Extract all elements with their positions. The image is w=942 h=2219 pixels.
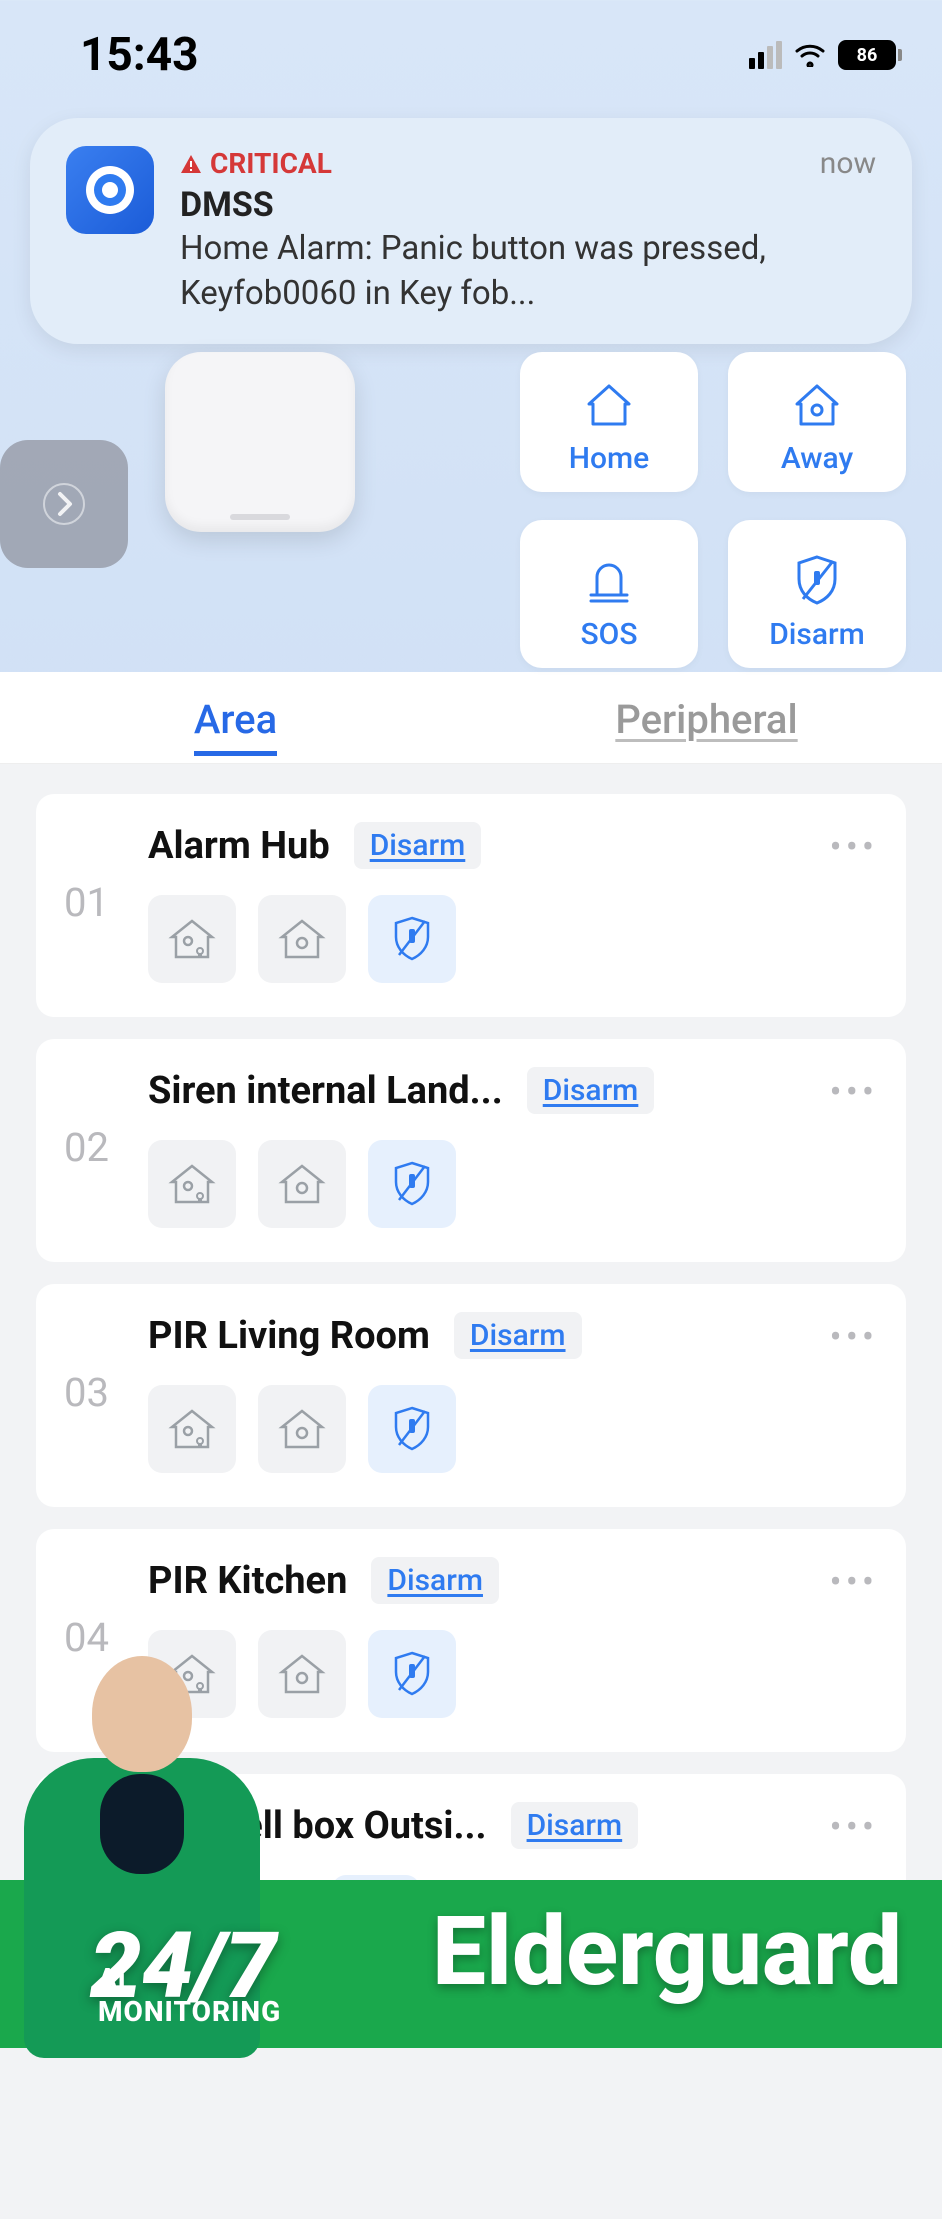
shield-off-icon <box>391 1650 433 1698</box>
home-person-icon <box>168 917 216 961</box>
notification-banner[interactable]: CRITICAL now DMSS Home Alarm: Panic butt… <box>30 118 912 344</box>
home-pin-icon <box>278 917 326 961</box>
notification-body: Home Alarm: Panic button was pressed, Ke… <box>180 227 876 316</box>
home-arm-button[interactable] <box>148 1385 236 1473</box>
wifi-icon <box>794 43 826 67</box>
device-card[interactable]: 01 Alarm Hub Disarm ••• <box>36 794 906 1017</box>
notification-time: now <box>820 146 876 181</box>
away-arm-button[interactable] <box>258 1385 346 1473</box>
away-arm-button[interactable] <box>258 1140 346 1228</box>
home-arm-button[interactable] <box>148 1630 236 1718</box>
status-icons: 86 <box>749 40 902 70</box>
tab-peripheral-label: Peripheral <box>615 696 797 743</box>
away-arm-button[interactable] <box>258 1630 346 1718</box>
banner-title: Elderguard <box>432 1896 902 2008</box>
disarm-device-button[interactable] <box>368 895 456 983</box>
device-card[interactable]: 03 PIR Living Room Disarm ••• <box>36 1284 906 1507</box>
device-name: PIR Living Room <box>148 1314 430 1358</box>
device-name: Siren internal Land... <box>148 1069 503 1113</box>
tab-peripheral[interactable]: Peripheral <box>471 672 942 763</box>
chevron-right-icon <box>42 482 86 526</box>
device-name: ...al bell box Outsi... <box>148 1804 487 1848</box>
notification-content: CRITICAL now DMSS Home Alarm: Panic butt… <box>180 146 876 316</box>
status-bar: 15:43 86 <box>0 0 942 100</box>
cellular-signal-icon <box>749 41 782 69</box>
notification-app-name: DMSS <box>180 185 876 225</box>
notification-severity: CRITICAL <box>180 147 332 180</box>
disarm-label: Disarm <box>769 617 865 652</box>
shield-off-icon <box>391 915 433 963</box>
home-pin-icon <box>278 1162 326 1206</box>
shield-off-icon <box>391 1405 433 1453</box>
device-name: PIR Kitchen <box>148 1559 347 1603</box>
disarm-device-button[interactable] <box>368 1630 456 1718</box>
away-icon <box>791 377 843 431</box>
more-options-button[interactable]: ••• <box>830 1561 878 1603</box>
device-index: 02 <box>64 1067 120 1228</box>
shield-off-icon <box>793 553 841 607</box>
home-person-icon <box>168 1652 216 1696</box>
battery-percent: 86 <box>838 40 896 70</box>
status-time: 15:43 <box>80 28 199 82</box>
sos-button[interactable]: SOS <box>520 520 698 668</box>
severity-text: CRITICAL <box>210 147 332 180</box>
home-arm-button[interactable] <box>148 1140 236 1228</box>
disarm-button[interactable]: Disarm <box>728 520 906 668</box>
side-handle-button[interactable] <box>0 440 128 568</box>
banner-subtitle: Ai MONITORING <box>98 1962 310 2028</box>
siren-icon <box>583 553 635 607</box>
device-index: 04 <box>64 1557 120 1718</box>
home-person-icon <box>168 1407 216 1451</box>
app-icon <box>66 146 154 234</box>
home-person-icon <box>168 1162 216 1206</box>
disarm-device-button[interactable] <box>368 1385 456 1473</box>
more-options-button[interactable]: ••• <box>830 1316 878 1358</box>
tab-area[interactable]: Area <box>0 672 471 763</box>
disarm-device-button[interactable] <box>368 1140 456 1228</box>
home-pin-icon <box>278 1652 326 1696</box>
promo-banner[interactable]: 24/7 Ai MONITORING Elderguard <box>0 1880 942 2048</box>
device-index: 01 <box>64 822 120 983</box>
home-label: Home <box>569 441 650 476</box>
away-label: Away <box>781 441 853 476</box>
home-icon <box>583 377 635 431</box>
home-arm-button[interactable] <box>148 895 236 983</box>
status-badge[interactable]: Disarm <box>454 1312 582 1359</box>
battery-indicator: 86 <box>838 40 902 70</box>
sos-label: SOS <box>581 617 638 652</box>
warning-icon <box>180 154 202 174</box>
more-options-button[interactable]: ••• <box>830 826 878 868</box>
home-pin-icon <box>278 1407 326 1451</box>
status-badge[interactable]: Disarm <box>371 1557 499 1604</box>
home-mode-button[interactable]: Home <box>520 352 698 492</box>
shield-off-icon <box>391 1160 433 1208</box>
device-card[interactable]: 04 PIR Kitchen Disarm ••• <box>36 1529 906 1752</box>
device-name: Alarm Hub <box>148 824 330 868</box>
away-arm-button[interactable] <box>258 895 346 983</box>
more-options-button[interactable]: ••• <box>830 1806 878 1848</box>
tab-area-label: Area <box>194 696 277 756</box>
tab-bar: Area Peripheral <box>0 672 942 764</box>
banner-big-text: 24/7 <box>90 1930 276 2004</box>
more-options-button[interactable]: ••• <box>830 1071 878 1113</box>
away-mode-button[interactable]: Away <box>728 352 906 492</box>
hub-device-image <box>165 352 355 532</box>
device-index: 03 <box>64 1312 120 1473</box>
status-badge[interactable]: Disarm <box>354 822 482 869</box>
status-badge[interactable]: Disarm <box>527 1067 655 1114</box>
hero-area: Home Away SOS Disarm <box>0 362 942 672</box>
device-card[interactable]: 02 Siren internal Land... Disarm ••• <box>36 1039 906 1262</box>
status-badge[interactable]: Disarm <box>511 1802 639 1849</box>
